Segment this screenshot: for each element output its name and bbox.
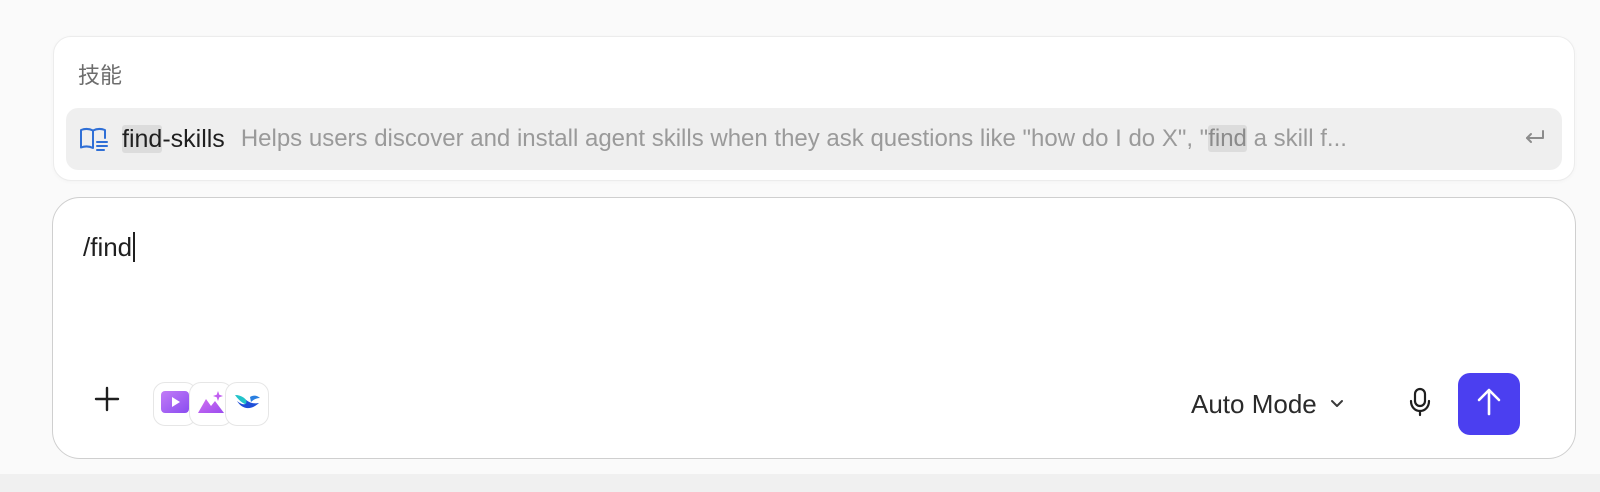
skill-name-match: find [122, 124, 163, 153]
popup-heading: 技能 [78, 63, 123, 88]
bird-logo-icon [232, 389, 262, 420]
text-caret [133, 232, 136, 262]
message-input-value: /find [83, 232, 133, 262]
skill-name-rest: -skills [162, 124, 225, 153]
skill-suggestion-popup: 技能 find-skills Helps users discover and … [53, 36, 1575, 181]
bird-tool-button[interactable] [225, 382, 269, 426]
book-icon [78, 123, 110, 155]
skill-description-before: Helps users discover and install agent s… [240, 125, 1209, 152]
message-input[interactable]: /find [83, 230, 136, 264]
mode-label: Auto Mode [1191, 388, 1317, 419]
image-generate-tool-icon [196, 389, 226, 420]
chevron-down-icon [1329, 395, 1347, 413]
enter-icon [1522, 125, 1548, 151]
skill-description-match: find [1208, 125, 1247, 152]
video-tool-icon [160, 389, 190, 420]
skill-name: find-skills [122, 124, 225, 154]
skill-description-after: a skill f... [1246, 125, 1347, 152]
arrow-up-icon [1476, 387, 1502, 422]
send-button[interactable] [1458, 373, 1520, 435]
bottom-strip [0, 474, 1600, 492]
voice-input-button[interactable] [1403, 387, 1437, 421]
microphone-icon [1408, 387, 1432, 422]
plus-icon [94, 386, 120, 417]
skill-suggestion-item[interactable]: find-skills Helps users discover and ins… [66, 108, 1562, 170]
add-attachment-button[interactable] [89, 383, 125, 419]
page: 技能 find-skills Helps users discover and … [0, 0, 1600, 492]
mode-selector[interactable]: Auto Mode [1191, 386, 1347, 422]
skill-description: Helps users discover and install agent s… [241, 125, 1471, 153]
message-composer: /find Auto Mode [52, 197, 1576, 459]
